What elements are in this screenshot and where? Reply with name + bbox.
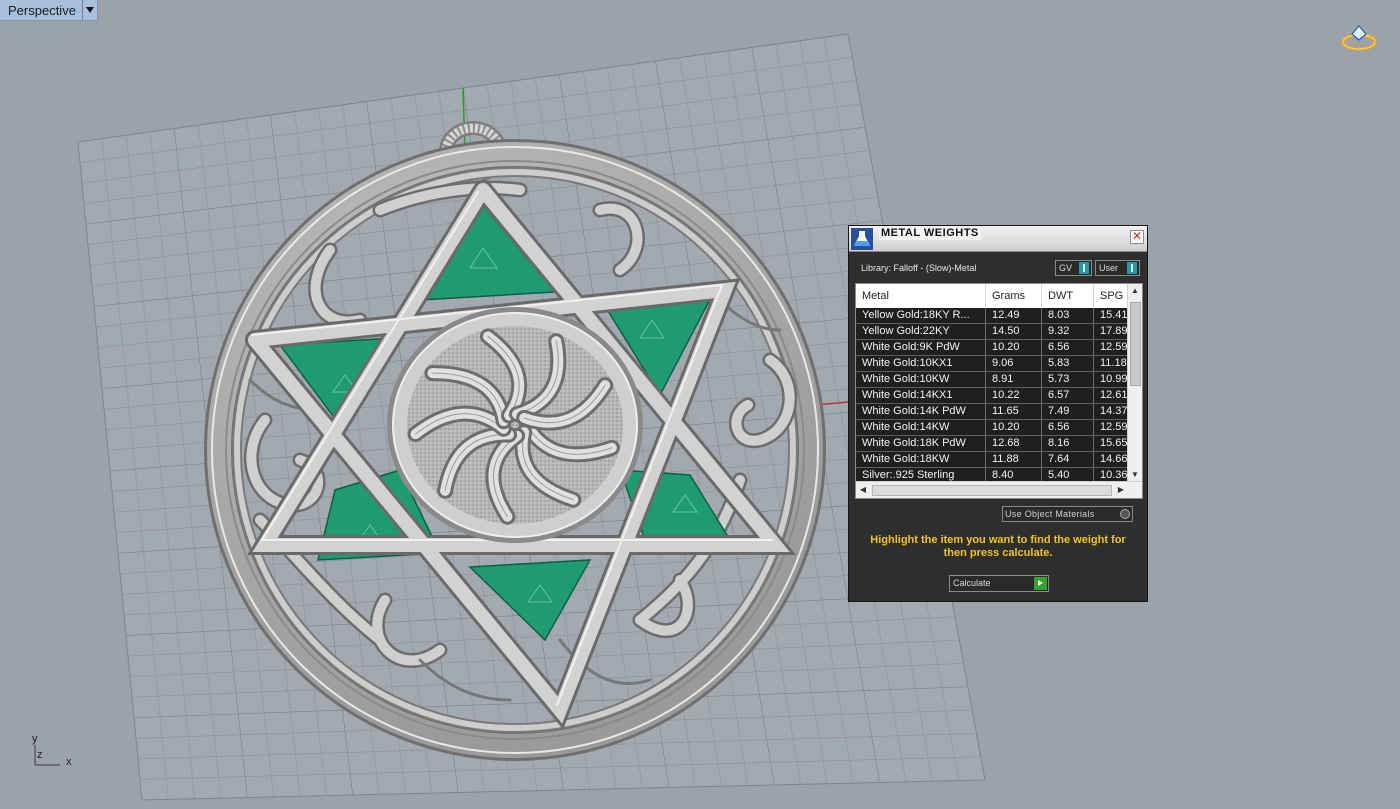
calculate-button[interactable]: Calculate bbox=[949, 575, 1049, 592]
viewport-title[interactable]: Perspective bbox=[0, 3, 82, 18]
table-row[interactable]: White Gold:14KX1 10.22 6.57 12.61 bbox=[856, 388, 1128, 404]
table-row[interactable]: White Gold:9K PdW 10.20 6.56 12.59 bbox=[856, 340, 1128, 356]
dwt-cell: 8.16 bbox=[1042, 436, 1094, 451]
table-row[interactable]: White Gold:14KW 10.20 6.56 12.59 bbox=[856, 420, 1128, 436]
metal-cell: Yellow Gold:22KY bbox=[856, 324, 986, 339]
panel-titlebar[interactable]: METAL WEIGHTS ✕ bbox=[849, 226, 1147, 252]
spg-cell: 11.18 bbox=[1100, 357, 1127, 369]
gv-toggle-label: GV bbox=[1059, 263, 1073, 273]
vertical-scroll-thumb[interactable] bbox=[1130, 302, 1141, 386]
column-header-grams[interactable]: Grams bbox=[986, 284, 1042, 308]
use-object-materials-label: Use Object Materials bbox=[1005, 509, 1095, 519]
horizontal-scroll-thumb[interactable] bbox=[872, 485, 1112, 496]
table-row[interactable]: White Gold:10KX1 9.06 5.83 11.18 bbox=[856, 356, 1128, 372]
grams-cell: 9.06 bbox=[986, 356, 1042, 371]
vertical-scrollbar[interactable]: ▲ ▼ bbox=[1127, 284, 1142, 482]
column-header-dwt[interactable]: DWT bbox=[1042, 284, 1094, 308]
dwt-cell: 9.32 bbox=[1042, 324, 1094, 339]
dwt-cell: 5.83 bbox=[1042, 356, 1094, 371]
calculate-label: Calculate bbox=[953, 578, 991, 588]
perspective-viewport[interactable]: y z x Perspective bbox=[0, 0, 1400, 804]
table-body: Yellow Gold:18KY R... 12.49 8.03 15.41 Yello… bbox=[856, 308, 1128, 484]
grams-cell: 10.20 bbox=[986, 340, 1042, 355]
gv-toggle[interactable]: GV bbox=[1055, 260, 1092, 276]
close-icon[interactable]: ✕ bbox=[1130, 230, 1144, 244]
grams-cell: 12.68 bbox=[986, 436, 1042, 451]
grams-cell: 11.88 bbox=[986, 452, 1042, 467]
dwt-cell: 5.73 bbox=[1042, 372, 1094, 387]
axis-label-z: z bbox=[37, 749, 43, 761]
spg-cell: 12.59 bbox=[1100, 421, 1128, 433]
table-row[interactable]: White Gold:10KW 8.91 5.73 10.99 bbox=[856, 372, 1128, 388]
play-icon bbox=[1034, 577, 1047, 590]
dwt-cell: 6.57 bbox=[1042, 388, 1094, 403]
table-row[interactable]: Yellow Gold:22KY 14.50 9.32 17.89 bbox=[856, 324, 1128, 340]
scroll-right-icon[interactable]: ▶ bbox=[1114, 482, 1128, 498]
user-toggle[interactable]: User bbox=[1095, 260, 1140, 276]
column-header-spg[interactable]: SPG bbox=[1094, 284, 1128, 308]
grams-cell: 12.49 bbox=[986, 308, 1042, 323]
spg-cell: 15.41 bbox=[1100, 309, 1128, 321]
radio-icon bbox=[1120, 509, 1130, 519]
dwt-cell: 8.03 bbox=[1042, 308, 1094, 323]
spg-cell: 12.59 bbox=[1100, 341, 1128, 353]
scene-canvas: y z x bbox=[32, 25, 1377, 801]
toggle-switch-icon bbox=[1079, 262, 1089, 274]
user-toggle-label: User bbox=[1099, 263, 1119, 273]
toggle-switch-icon bbox=[1127, 262, 1137, 274]
grams-cell: 10.20 bbox=[986, 420, 1042, 435]
scroll-down-icon[interactable]: ▼ bbox=[1128, 468, 1142, 482]
grams-cell: 14.50 bbox=[986, 324, 1042, 339]
dwt-cell: 7.49 bbox=[1042, 404, 1094, 419]
scroll-left-icon[interactable]: ◀ bbox=[856, 482, 870, 498]
panel-title: METAL WEIGHTS bbox=[879, 226, 981, 240]
metal-cell: White Gold:18KW bbox=[856, 452, 986, 467]
viewport-menu-dropdown-icon[interactable] bbox=[81, 0, 97, 20]
metal-cell: White Gold:14KW bbox=[856, 420, 986, 435]
use-object-materials-toggle[interactable]: Use Object Materials bbox=[1002, 506, 1133, 522]
metal-cell: White Gold:10KX1 bbox=[856, 356, 986, 371]
metal-cell: White Gold:14KX1 bbox=[856, 388, 986, 403]
table-row[interactable]: Yellow Gold:18KY R... 12.49 8.03 15.41 bbox=[856, 308, 1128, 324]
scroll-up-icon[interactable]: ▲ bbox=[1128, 284, 1142, 298]
spg-cell: 12.61 bbox=[1100, 389, 1128, 401]
instruction-text: Highlight the item you want to find the … bbox=[870, 534, 1126, 559]
axis-label-x: x bbox=[66, 756, 72, 768]
dwt-cell: 6.56 bbox=[1042, 420, 1094, 435]
column-header-metal[interactable]: Metal bbox=[856, 284, 986, 308]
library-label: Library: Falloff - (Slow)-Metal bbox=[861, 263, 977, 273]
metal-cell: White Gold:18K PdW bbox=[856, 436, 986, 451]
axis-label-y: y bbox=[32, 733, 38, 745]
table-row[interactable]: White Gold:18KW 11.88 7.64 14.66 bbox=[856, 452, 1128, 468]
horizontal-scrollbar[interactable]: ◀ ▶ bbox=[856, 481, 1142, 498]
spg-cell: 10.99 bbox=[1100, 373, 1128, 385]
metal-cell: White Gold:14K PdW bbox=[856, 404, 986, 419]
metals-table[interactable]: Metal Grams DWT SPG Yellow Gold:18KY R..… bbox=[855, 283, 1143, 499]
spg-cell: 14.66 bbox=[1100, 453, 1128, 465]
table-header: Metal Grams DWT SPG bbox=[856, 284, 1128, 309]
grams-cell: 10.22 bbox=[986, 388, 1042, 403]
grams-cell: 11.65 bbox=[986, 404, 1042, 419]
spg-cell: 14.37 bbox=[1100, 405, 1128, 417]
spg-cell: 17.89 bbox=[1100, 325, 1128, 337]
metal-cell: White Gold:10KW bbox=[856, 372, 986, 387]
center-medallion bbox=[387, 307, 643, 543]
table-row[interactable]: White Gold:14K PdW 11.65 7.49 14.37 bbox=[856, 404, 1128, 420]
metal-weights-panel: METAL WEIGHTS ✕ Library: Falloff - (Slow… bbox=[848, 225, 1148, 602]
dwt-cell: 6.56 bbox=[1042, 340, 1094, 355]
metal-cell: Yellow Gold:18KY R... bbox=[856, 308, 986, 323]
table-row[interactable]: White Gold:18K PdW 12.68 8.16 15.65 bbox=[856, 436, 1128, 452]
flask-icon bbox=[851, 228, 873, 250]
spg-cell: 15.65 bbox=[1100, 437, 1128, 449]
ring-logo-icon bbox=[1341, 25, 1377, 51]
dwt-cell: 7.64 bbox=[1042, 452, 1094, 467]
viewport-title-tab[interactable]: Perspective bbox=[0, 0, 98, 21]
metal-cell: White Gold:9K PdW bbox=[856, 340, 986, 355]
grams-cell: 8.91 bbox=[986, 372, 1042, 387]
